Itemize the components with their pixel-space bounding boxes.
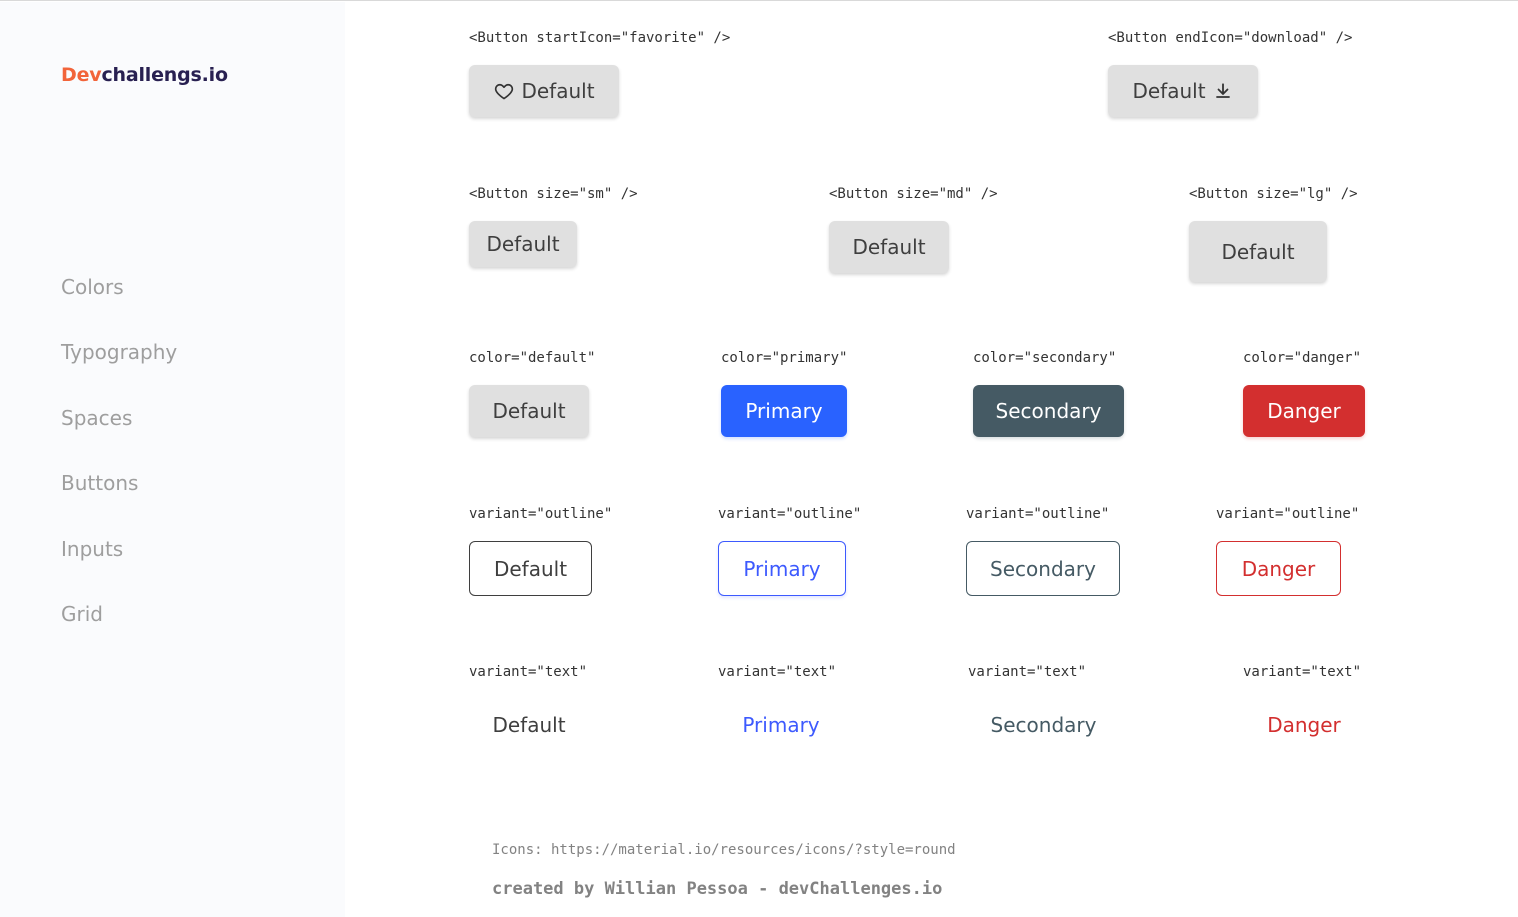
code-label-size-lg: <Button size="lg" /> <box>1189 186 1358 202</box>
code-label-outline-secondary: variant="outline" <box>966 506 1110 522</box>
code-label-size-sm: <Button size="sm" /> <box>469 186 638 202</box>
button-text-danger[interactable]: Danger <box>1243 699 1365 751</box>
code-label-color-secondary: color="secondary" <box>973 350 1117 366</box>
button-text-primary[interactable]: Primary <box>718 699 844 751</box>
button-size-sm[interactable]: Default <box>469 221 577 267</box>
icons-attribution: Icons: https://material.io/resources/ico… <box>492 842 956 858</box>
button-outline-secondary[interactable]: Secondary <box>966 541 1120 596</box>
code-label-outline-primary: variant="outline" <box>718 506 862 522</box>
code-label-outline-danger: variant="outline" <box>1216 506 1360 522</box>
favorite-icon <box>493 80 515 102</box>
button-outline-danger[interactable]: Danger <box>1216 541 1341 596</box>
sidebar-item-colors[interactable]: Colors <box>61 275 124 299</box>
code-label-text-secondary: variant="text" <box>968 664 1087 680</box>
button-color-default[interactable]: Default <box>469 385 589 437</box>
button-text-default[interactable]: Default <box>469 699 589 751</box>
code-label-color-danger: color="danger" <box>1243 350 1362 366</box>
button-end-icon[interactable]: Default <box>1108 65 1258 117</box>
sidebar-item-inputs[interactable]: Inputs <box>61 537 123 561</box>
button-label: Default <box>1132 79 1206 103</box>
button-color-danger[interactable]: Danger <box>1243 385 1365 437</box>
sidebar-item-typography[interactable]: Typography <box>61 340 177 364</box>
button-text-secondary[interactable]: Secondary <box>968 699 1119 751</box>
code-label-text-default: variant="text" <box>469 664 588 680</box>
footer-credit: created by Willian Pessoa - devChallenge… <box>492 879 943 899</box>
button-outline-primary[interactable]: Primary <box>718 541 846 596</box>
code-label-start-icon: <Button startIcon="favorite" /> <box>469 30 731 46</box>
code-label-color-default: color="default" <box>469 350 596 366</box>
code-label-text-danger: variant="text" <box>1243 664 1362 680</box>
code-label-outline-default: variant="outline" <box>469 506 613 522</box>
logo-prefix: Dev <box>61 64 102 86</box>
sidebar-item-grid[interactable]: Grid <box>61 602 103 626</box>
button-outline-default[interactable]: Default <box>469 541 592 596</box>
sidebar: Devchallengs.io Colors Typography Spaces… <box>0 2 345 917</box>
button-size-lg[interactable]: Default <box>1189 221 1327 282</box>
sidebar-item-spaces[interactable]: Spaces <box>61 406 132 430</box>
button-size-md[interactable]: Default <box>829 221 949 273</box>
button-color-primary[interactable]: Primary <box>721 385 847 437</box>
logo[interactable]: Devchallengs.io <box>61 64 228 86</box>
button-color-secondary[interactable]: Secondary <box>973 385 1124 437</box>
logo-suffix: challengs.io <box>101 64 228 86</box>
code-label-color-primary: color="primary" <box>721 350 848 366</box>
download-icon <box>1212 80 1234 102</box>
code-label-text-primary: variant="text" <box>718 664 837 680</box>
sidebar-item-buttons[interactable]: Buttons <box>61 471 138 495</box>
button-label: Default <box>521 79 595 103</box>
main-content: <Button startIcon="favorite" /> Default … <box>345 2 1518 917</box>
code-label-end-icon: <Button endIcon="download" /> <box>1108 30 1353 46</box>
button-start-icon[interactable]: Default <box>469 65 619 117</box>
code-label-size-md: <Button size="md" /> <box>829 186 998 202</box>
